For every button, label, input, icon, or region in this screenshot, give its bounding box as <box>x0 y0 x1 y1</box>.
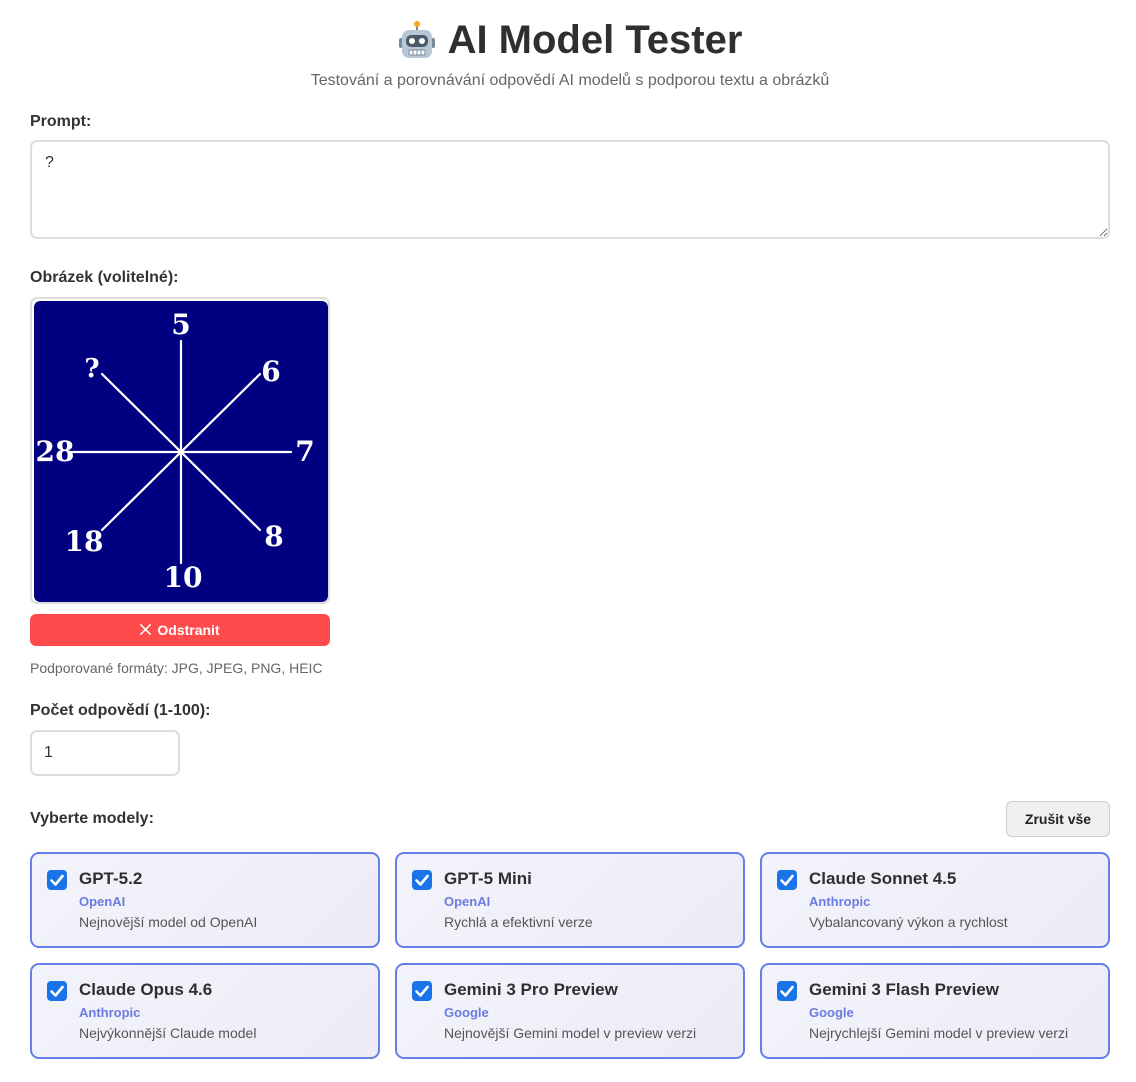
checkmark-icon <box>415 985 429 997</box>
model-checkbox[interactable] <box>412 981 432 1001</box>
models-header: Vyberte modely: Zrušit vše <box>30 801 1110 837</box>
model-card-claude-opus-4-6[interactable]: Claude Opus 4.6 Anthropic Nejvýkonnější … <box>30 963 380 1059</box>
model-description: Nejrychlejší Gemini model v preview verz… <box>809 1025 1069 1041</box>
model-name: Claude Sonnet 4.5 <box>809 869 957 888</box>
remove-image-button[interactable]: Odstranit <box>30 614 330 646</box>
close-icon <box>140 622 152 638</box>
formats-hint: Podporované formáty: JPG, JPEG, PNG, HEI… <box>30 660 323 676</box>
model-checkbox[interactable] <box>777 981 797 1001</box>
model-provider: OpenAI <box>79 894 126 909</box>
count-input[interactable] <box>30 730 180 776</box>
puzzle-number-right: 7 <box>295 435 314 468</box>
model-name: Claude Opus 4.6 <box>79 980 213 999</box>
model-name: Gemini 3 Pro Preview <box>444 980 618 999</box>
model-provider: Google <box>809 1005 854 1020</box>
count-label: Počet odpovědí (1-100): <box>30 702 211 719</box>
model-grid: GPT-5.2 OpenAI Nejnovější model od OpenA… <box>30 852 1110 1059</box>
remove-image-label: Odstranit <box>157 622 220 638</box>
model-checkbox[interactable] <box>412 870 432 890</box>
models-label: Vyberte modely: <box>30 810 154 827</box>
puzzle-image: 5 6 7 8 10 18 28 ? <box>34 301 328 602</box>
model-name: GPT-5 Mini <box>444 869 532 888</box>
model-checkbox[interactable] <box>47 870 67 890</box>
page-subtitle: Testování a porovnávání odpovědí AI mode… <box>310 72 830 89</box>
puzzle-number-bottom-left: 18 <box>65 525 104 558</box>
model-description: Nejnovější Gemini model v preview verzi <box>444 1025 697 1041</box>
image-preview: 5 6 7 8 10 18 28 ? <box>30 297 330 604</box>
puzzle-number-top-right: 6 <box>261 355 280 388</box>
model-provider: Anthropic <box>79 1005 141 1020</box>
page-title-text: AI Model Tester <box>447 17 743 62</box>
puzzle-number-top-left: ? <box>84 354 99 384</box>
model-provider: OpenAI <box>444 894 491 909</box>
model-description: Nejvýkonnější Claude model <box>79 1025 257 1041</box>
puzzle-number-top: 5 <box>171 308 190 341</box>
model-checkbox[interactable] <box>47 981 67 1001</box>
header: AI Model Tester Testování a porovnávání … <box>30 0 1110 94</box>
prompt-input[interactable]: ? <box>30 140 1110 239</box>
model-card-gemini-3-pro-preview[interactable]: Gemini 3 Pro Preview Google Nejnovější G… <box>395 963 745 1059</box>
model-checkbox[interactable] <box>777 870 797 890</box>
model-name: GPT-5.2 <box>79 869 143 888</box>
checkmark-icon <box>780 985 794 997</box>
puzzle-number-left: 28 <box>36 435 75 468</box>
model-card-gemini-3-flash-preview[interactable]: Gemini 3 Flash Preview Google Nejrychlej… <box>760 963 1110 1059</box>
app-page: AI Model Tester Testování a porovnávání … <box>0 0 1136 1082</box>
page-title: AI Model Tester <box>30 0 1110 66</box>
model-description: Nejnovější model od OpenAI <box>79 914 258 930</box>
checkmark-icon <box>50 874 64 886</box>
model-provider: Google <box>444 1005 489 1020</box>
model-description: Vybalancovaný výkon a rychlost <box>809 914 1008 930</box>
robot-icon <box>398 20 436 60</box>
puzzle-number-bottom-right: 8 <box>264 520 283 553</box>
model-card-gpt-5-mini[interactable]: GPT-5 Mini OpenAI Rychlá a efektivní ver… <box>395 852 745 948</box>
model-provider: Anthropic <box>809 894 871 909</box>
checkmark-icon <box>780 874 794 886</box>
checkmark-icon <box>50 985 64 997</box>
puzzle-number-bottom: 10 <box>164 561 203 594</box>
model-card-gpt-5-2[interactable]: GPT-5.2 OpenAI Nejnovější model od OpenA… <box>30 852 380 948</box>
prompt-label: Prompt: <box>30 113 92 130</box>
model-description: Rychlá a efektivní verze <box>444 914 593 930</box>
model-card-claude-sonnet-4-5[interactable]: Claude Sonnet 4.5 Anthropic Vybalancovan… <box>760 852 1110 948</box>
model-name: Gemini 3 Flash Preview <box>809 980 999 999</box>
image-label: Obrázek (volitelné): <box>30 269 179 286</box>
clear-all-button[interactable]: Zrušit vše <box>1006 801 1110 837</box>
checkmark-icon <box>415 874 429 886</box>
